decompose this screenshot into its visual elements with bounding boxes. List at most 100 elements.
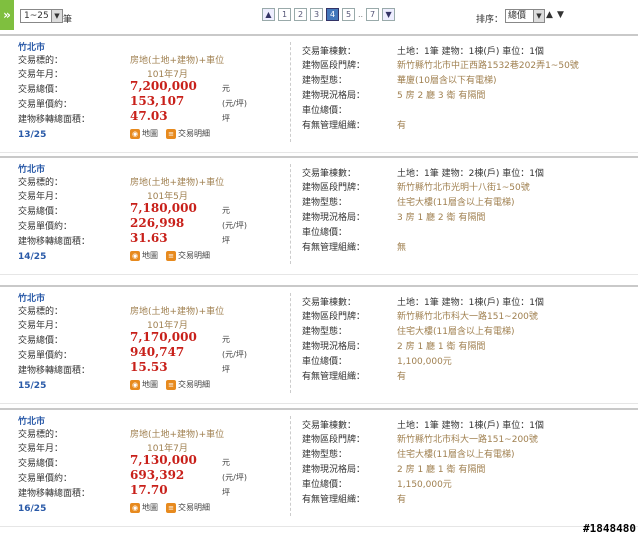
page-1[interactable]: 1	[278, 8, 291, 21]
label-building-type: 建物型態：	[302, 450, 348, 460]
record-index: 13/25	[18, 130, 47, 140]
detail-button[interactable]: ≡ 交易明細	[166, 379, 210, 390]
record-total-price: 7,130,000	[130, 453, 197, 467]
page-5[interactable]: 5	[342, 8, 355, 21]
label-parking-price: 車位總價：	[302, 228, 348, 238]
label-address: 建物區段門牌：	[302, 312, 366, 322]
map-button[interactable]: ◉ 地圖	[130, 502, 158, 513]
label-area: 建物移轉總面積：	[18, 489, 91, 499]
next-page-icon[interactable]: ▼	[382, 8, 396, 21]
record-unit-price: 693,392	[130, 468, 185, 482]
transaction-record: 竹北市 交易標的： 房地(土地+建物)+車位 交易年月： 101年7月 交易總價…	[0, 408, 638, 527]
map-button-label: 地圖	[142, 251, 158, 260]
record-area: 47.03	[130, 109, 168, 123]
unit-price-unit: (元/坪)	[222, 221, 247, 230]
record-management: 有	[397, 121, 407, 131]
record-area: 17.70	[130, 483, 168, 497]
label-total: 交易總價：	[18, 459, 64, 469]
detail-button-label: 交易明細	[178, 129, 210, 138]
detail-button[interactable]: ≡ 交易明細	[166, 128, 210, 139]
map-icon: ◉	[130, 128, 140, 139]
record-parking-price: 1,150,000元	[397, 480, 452, 490]
label-total: 交易總價：	[18, 85, 64, 95]
record-address: 新竹縣竹北市中正西路1532巷202弄1~50號	[397, 61, 579, 71]
record-layout: 2 房 1 廳 1 衛 有隔間	[397, 465, 486, 475]
transaction-record: 竹北市 交易標的： 房地(土地+建物)+車位 交易年月： 101年7月 交易總價…	[0, 285, 638, 404]
column-divider	[290, 42, 292, 142]
page-ellipsis: ..	[358, 10, 364, 19]
record-address: 新竹縣竹北市光明十八街1~50號	[397, 183, 530, 193]
record-management: 有	[397, 372, 407, 382]
prev-page-icon[interactable]: ▲	[262, 8, 275, 21]
label-count: 交易筆棟數：	[302, 298, 357, 308]
record-city: 竹北市	[18, 417, 46, 427]
record-building-type: 住宅大樓(11層含以上有電梯)	[397, 450, 515, 460]
document-icon: ≡	[166, 250, 176, 261]
document-icon: ≡	[166, 128, 176, 139]
record-city: 竹北市	[18, 43, 46, 53]
map-button[interactable]: ◉ 地圖	[130, 128, 158, 139]
record-management: 無	[397, 243, 407, 253]
label-management: 有無管理組織：	[302, 495, 366, 505]
sort-select[interactable]: 總價 ▼	[505, 9, 545, 23]
record-building-type: 華廈(10層含以下有電梯)	[397, 76, 497, 86]
label-date: 交易年月：	[18, 70, 64, 80]
side-expand-tab[interactable]: »	[0, 0, 14, 30]
detail-button[interactable]: ≡ 交易明細	[166, 250, 210, 261]
column-divider	[290, 164, 292, 264]
record-area: 31.63	[130, 231, 168, 245]
area-unit: 坪	[222, 365, 230, 374]
detail-button-label: 交易明細	[178, 380, 210, 389]
label-address: 建物區段門牌：	[302, 435, 366, 445]
watermark: #1848480	[583, 522, 636, 535]
page-4-current[interactable]: 4	[326, 8, 339, 21]
record-parking-price: 1,100,000元	[397, 357, 452, 367]
map-icon: ◉	[130, 379, 140, 390]
page-last[interactable]: 7	[366, 8, 380, 21]
record-count: 土地：1筆 建物：1棟(戶) 車位：1個	[397, 298, 544, 308]
record-total-price: 7,200,000	[130, 79, 197, 93]
record-unit-price: 940,747	[130, 345, 185, 359]
page-3[interactable]: 3	[310, 8, 323, 21]
sort-value: 總價	[508, 11, 527, 21]
label-layout: 建物現況格局：	[302, 465, 366, 475]
area-unit: 坪	[222, 236, 230, 245]
map-button[interactable]: ◉ 地圖	[130, 379, 158, 390]
map-button[interactable]: ◉ 地圖	[130, 250, 158, 261]
record-area: 15.53	[130, 360, 168, 374]
label-parking-price: 車位總價：	[302, 106, 348, 116]
label-parking-price: 車位總價：	[302, 357, 348, 367]
record-type: 房地(土地+建物)+車位	[130, 56, 225, 66]
record-address: 新竹縣竹北市科大一路151~200號	[397, 435, 538, 445]
map-button-label: 地圖	[142, 380, 158, 389]
column-divider	[290, 416, 292, 516]
label-layout: 建物現況格局：	[302, 213, 366, 223]
record-unit-price: 226,998	[130, 216, 185, 230]
label-count: 交易筆棟數：	[302, 169, 357, 179]
label-management: 有無管理組織：	[302, 372, 366, 382]
detail-button-label: 交易明細	[178, 251, 210, 260]
record-count: 土地：1筆 建物：2棟(戶) 車位：1個	[397, 169, 544, 179]
area-unit: 坪	[222, 488, 230, 497]
label-type: 交易標的：	[18, 178, 64, 188]
label-count: 交易筆棟數：	[302, 47, 357, 57]
unit-price-unit: (元/坪)	[222, 473, 247, 482]
label-layout: 建物現況格局：	[302, 91, 366, 101]
detail-button[interactable]: ≡ 交易明細	[166, 502, 210, 513]
record-building-type: 住宅大樓(11層含以上有電梯)	[397, 327, 515, 337]
chevron-down-icon[interactable]: ▼	[533, 10, 544, 22]
label-management: 有無管理組織：	[302, 243, 366, 253]
sort-asc-icon[interactable]: ▲	[546, 10, 553, 20]
label-type: 交易標的：	[18, 430, 64, 440]
page-size-value: 1~25	[24, 11, 49, 21]
label-total: 交易總價：	[18, 336, 64, 346]
label-date: 交易年月：	[18, 192, 64, 202]
label-area: 建物移轉總面積：	[18, 115, 91, 125]
page-size-select[interactable]: 1~25 ▼	[20, 9, 63, 23]
page-size-unit: 筆	[63, 15, 73, 25]
sort-desc-icon[interactable]: ▼	[557, 10, 564, 20]
page-2[interactable]: 2	[294, 8, 307, 21]
map-button-label: 地圖	[142, 503, 158, 512]
label-total: 交易總價：	[18, 207, 64, 217]
chevron-down-icon[interactable]: ▼	[51, 10, 62, 22]
